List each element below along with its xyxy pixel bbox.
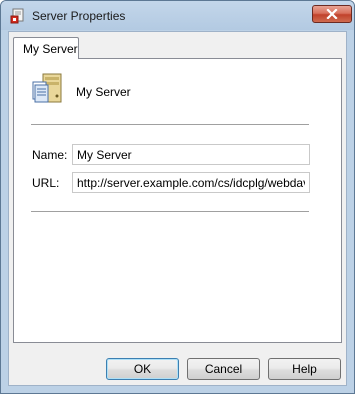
close-icon bbox=[326, 9, 338, 19]
server-name-heading: My Server bbox=[76, 85, 131, 99]
separator-bottom bbox=[31, 211, 309, 213]
server-icon bbox=[31, 72, 65, 106]
window-title: Server Properties bbox=[32, 9, 126, 23]
name-field[interactable] bbox=[72, 144, 310, 165]
cancel-button[interactable]: Cancel bbox=[187, 358, 260, 380]
server-properties-dialog: Server Properties My Server My Server Na… bbox=[0, 0, 355, 394]
ok-button[interactable]: OK bbox=[106, 358, 179, 380]
title-bar[interactable]: Server Properties bbox=[1, 1, 354, 30]
separator-top bbox=[31, 124, 309, 126]
server-properties-app-icon bbox=[10, 8, 26, 24]
url-field[interactable] bbox=[72, 172, 310, 193]
tab-my-server[interactable]: My Server bbox=[13, 37, 79, 59]
close-button[interactable] bbox=[312, 5, 352, 23]
name-label: Name: bbox=[32, 148, 68, 162]
url-label: URL: bbox=[32, 176, 60, 190]
help-button[interactable]: Help bbox=[268, 358, 341, 380]
tab-label: My Server bbox=[23, 42, 78, 56]
